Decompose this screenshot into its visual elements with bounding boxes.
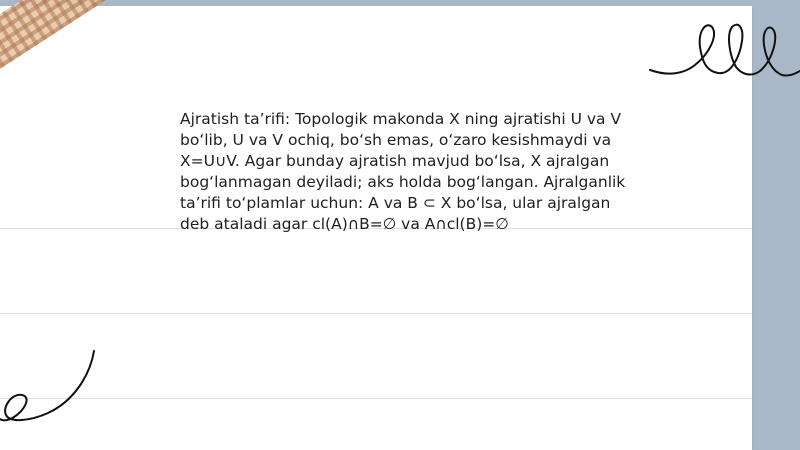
- loop-scribble-icon: [649, 23, 800, 77]
- slide-body-text: Ajratish taʼrifi: Topologik makonda X ni…: [180, 110, 626, 233]
- ruled-line: [0, 398, 752, 399]
- ruled-line: [0, 313, 752, 314]
- curl-scribble-icon: [0, 350, 95, 422]
